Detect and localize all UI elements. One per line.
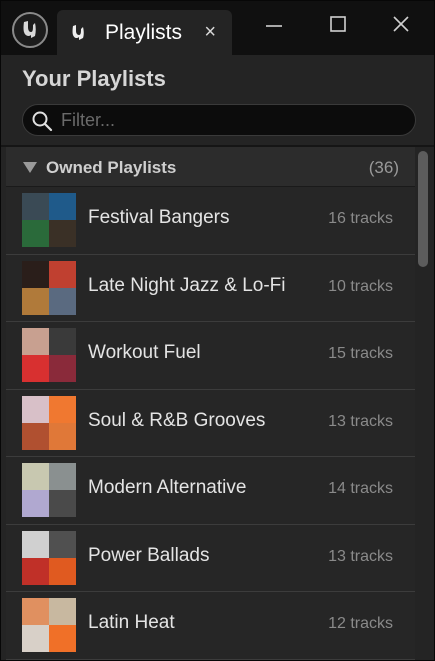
- title-bar: Playlists ×: [1, 1, 434, 55]
- search-icon: [32, 111, 53, 132]
- track-count: 13 tracks: [328, 412, 393, 430]
- album-cover-thumbnail: [22, 598, 76, 652]
- playlist-row[interactable]: Latin Heat 12 tracks: [6, 592, 415, 660]
- playlist-list: Owned Playlists (36) Festival Bangers 16…: [6, 147, 415, 660]
- album-cover-thumbnail: [22, 260, 76, 315]
- cover-tile: [22, 463, 49, 490]
- scrollbar-thumb[interactable]: [418, 151, 428, 267]
- album-cover-thumbnail: [22, 395, 76, 450]
- playlist-name: Workout Fuel: [88, 342, 201, 363]
- cover-tile: [49, 530, 76, 558]
- cover-tile: [49, 355, 76, 382]
- track-count: 14 tracks: [328, 480, 393, 497]
- unreal-tab-icon: [69, 23, 89, 43]
- cover-tile: [22, 490, 49, 517]
- section-count: (36): [368, 158, 399, 177]
- cover-tile: [49, 625, 76, 652]
- playlist-name: Power Ballads: [88, 544, 210, 566]
- section-header-owned-playlists[interactable]: Owned Playlists (36): [6, 147, 415, 187]
- track-count: 13 tracks: [328, 547, 393, 565]
- cover-tile: [49, 463, 76, 490]
- cover-tile: [22, 422, 49, 450]
- minimize-button[interactable]: [259, 11, 289, 37]
- playlists-window: Playlists × Your Playlists Owned Playlis…: [0, 0, 435, 661]
- cover-tile: [22, 557, 49, 585]
- cover-tile: [49, 598, 76, 625]
- playlist-row[interactable]: Modern Alternative 14 tracks: [6, 457, 415, 525]
- playlist-name: Festival Bangers: [88, 207, 230, 228]
- album-cover-thumbnail: [22, 463, 76, 517]
- album-cover-thumbnail: [22, 530, 76, 585]
- track-count: 10 tracks: [328, 277, 393, 295]
- cover-tile: [49, 328, 76, 355]
- cover-tile: [22, 193, 49, 220]
- minimize-icon: [266, 25, 282, 27]
- cover-tile: [22, 625, 49, 652]
- cover-tile: [49, 287, 76, 315]
- track-count: 12 tracks: [328, 615, 393, 632]
- cover-tile: [49, 395, 76, 423]
- cover-tile: [22, 260, 49, 288]
- track-count: 16 tracks: [328, 210, 393, 227]
- cover-tile: [49, 220, 76, 247]
- cover-tile: [22, 287, 49, 315]
- cover-tile: [22, 355, 49, 382]
- close-window-button[interactable]: [386, 11, 416, 37]
- search-input[interactable]: [61, 105, 401, 135]
- playlist-row[interactable]: Workout Fuel 15 tracks: [6, 322, 415, 390]
- cover-tile: [22, 598, 49, 625]
- tab-close-button[interactable]: ×: [204, 20, 216, 44]
- close-icon: [393, 16, 409, 32]
- playlist-name: Late Night Jazz & Lo-Fi: [88, 274, 286, 296]
- section-label: Owned Playlists: [46, 158, 177, 177]
- maximize-button[interactable]: [323, 11, 353, 37]
- playlist-rows: Festival Bangers 16 tracks Late Night Ja…: [6, 187, 415, 660]
- track-count: 15 tracks: [328, 345, 393, 362]
- playlist-name: Soul & R&B Grooves: [88, 409, 266, 431]
- unreal-engine-logo-icon[interactable]: [12, 12, 48, 48]
- search-box[interactable]: [22, 104, 416, 136]
- album-cover-thumbnail: [22, 193, 76, 247]
- cover-tile: [22, 220, 49, 247]
- maximize-icon: [330, 16, 346, 32]
- cover-tile: [49, 490, 76, 517]
- cover-tile: [49, 260, 76, 288]
- cover-tile: [22, 395, 49, 423]
- cover-tile: [49, 422, 76, 450]
- tab-playlists[interactable]: Playlists ×: [57, 10, 232, 55]
- cover-tile: [49, 193, 76, 220]
- cover-tile: [22, 530, 49, 558]
- playlist-row[interactable]: Power Ballads 13 tracks: [6, 524, 415, 592]
- playlist-row[interactable]: Soul & R&B Grooves 13 tracks: [6, 389, 415, 457]
- album-cover-thumbnail: [22, 328, 76, 382]
- cover-tile: [22, 328, 49, 355]
- playlist-name: Modern Alternative: [88, 477, 247, 498]
- playlist-row[interactable]: Late Night Jazz & Lo-Fi 10 tracks: [6, 254, 415, 322]
- playlist-row[interactable]: Festival Bangers 16 tracks: [6, 187, 415, 255]
- playlist-name: Latin Heat: [88, 612, 175, 633]
- cover-tile: [49, 557, 76, 585]
- panel-title: Your Playlists: [22, 66, 166, 91]
- collapse-arrow-icon: [23, 162, 37, 173]
- tab-title: Playlists: [105, 20, 183, 44]
